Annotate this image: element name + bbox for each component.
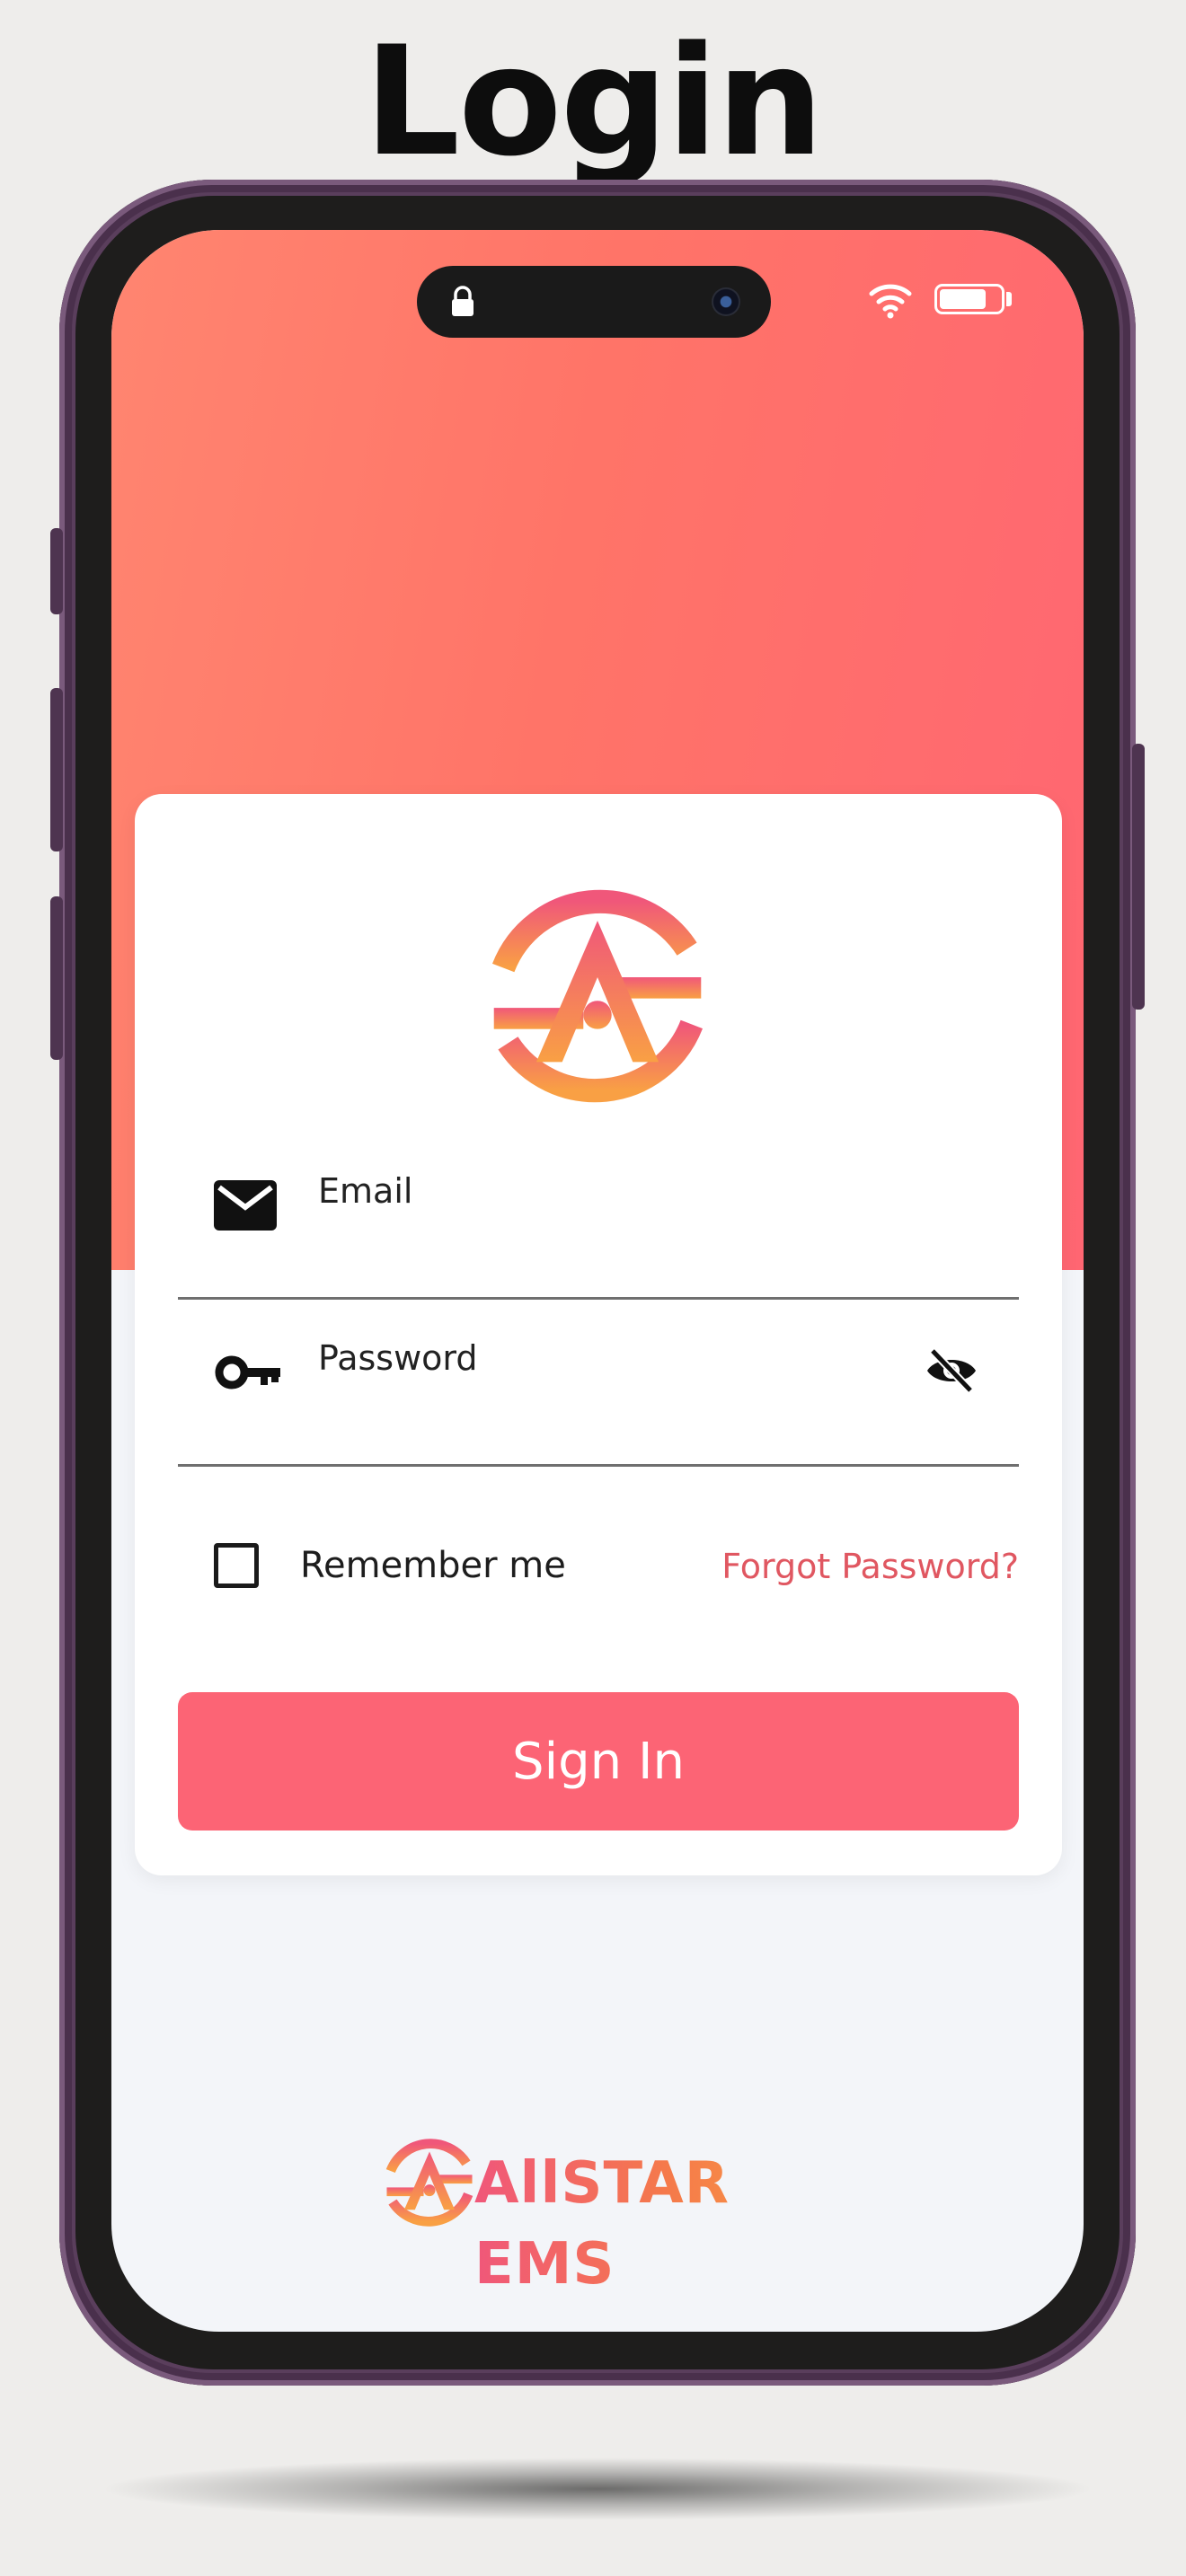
front-camera <box>712 287 740 316</box>
sign-in-button[interactable]: Sign In <box>178 1692 1019 1831</box>
email-field <box>178 1130 1019 1300</box>
action-button <box>50 528 63 614</box>
app-screen: Remember me Forgot Password? Sign In <box>111 230 1084 2332</box>
wifi-icon <box>869 284 912 319</box>
page-title: Login <box>364 13 824 190</box>
battery-level <box>940 289 986 309</box>
volume-down-button <box>50 896 63 1060</box>
key-icon <box>215 1355 280 1389</box>
dynamic-island <box>417 266 771 338</box>
lock-icon <box>452 286 474 316</box>
eye-slash-icon[interactable] <box>924 1345 979 1396</box>
remember-me-label[interactable]: Remember me <box>300 1545 566 1586</box>
footer-brand: AllSTAR EMS <box>381 2134 830 2298</box>
remember-me-checkbox[interactable] <box>214 1543 259 1588</box>
password-field <box>178 1297 1019 1467</box>
password-input[interactable] <box>318 1331 947 1385</box>
phone-shadow <box>99 2457 1096 2520</box>
volume-up-button <box>50 688 63 851</box>
email-input[interactable] <box>318 1164 947 1218</box>
power-button <box>1132 744 1145 1010</box>
remember-row: Remember me Forgot Password? <box>178 1532 1019 1604</box>
battery-icon <box>934 284 1005 314</box>
battery-cap <box>1006 292 1012 306</box>
allstar-logo-icon <box>491 889 704 1103</box>
allstar-logo-icon <box>385 2139 474 2227</box>
forgot-password-link[interactable]: Forgot Password? <box>721 1547 1019 1586</box>
mail-icon <box>214 1180 277 1231</box>
brand-name: AllSTAR EMS <box>474 2143 830 2305</box>
login-card: Remember me Forgot Password? Sign In <box>135 794 1062 1875</box>
phone-frame: Remember me Forgot Password? Sign In <box>50 180 1145 2386</box>
